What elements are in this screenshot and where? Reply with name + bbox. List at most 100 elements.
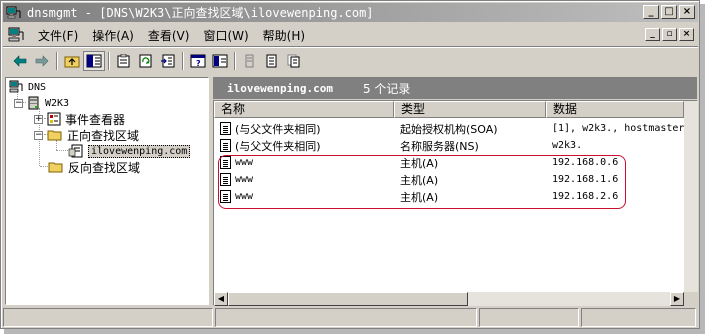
back-button[interactable]	[9, 51, 31, 71]
scroll-thumb[interactable]	[228, 292, 468, 306]
record-name: (与父文件夹相同)	[235, 139, 321, 153]
tree-item-reverse-zones[interactable]: 反向查找区域	[48, 159, 140, 175]
record-icon	[220, 139, 231, 152]
toolbar-separator	[108, 52, 110, 70]
window-shadow	[4, 329, 705, 334]
column-header-type[interactable]: 类型	[394, 101, 546, 118]
export-list-icon	[161, 54, 175, 68]
record-type: 起始授权机构(SOA)	[400, 122, 498, 136]
table-row[interactable]: (与父文件夹相同) 名称服务器(NS) w2k3.	[214, 137, 684, 154]
tree-item-w2k3[interactable]: − W2K3	[14, 95, 69, 111]
help-icon: ?	[190, 54, 206, 68]
scroll-right-button[interactable]: ▶	[670, 292, 684, 306]
tree-item-forward-zones[interactable]: − 正向查找区域	[34, 127, 139, 143]
child-close-button[interactable]: ×	[679, 28, 694, 41]
window-shadow	[700, 4, 705, 334]
status-cell	[3, 308, 213, 327]
child-restore-button[interactable]: ▫	[662, 28, 677, 41]
horizontal-scrollbar[interactable]: ◀ ▶	[214, 292, 684, 306]
tree-item-zone[interactable]: ilovewenping.com	[68, 143, 191, 159]
toolbar-separator	[56, 52, 58, 70]
details-zone-name: ilovewenping.com	[227, 81, 333, 95]
up-level-button[interactable]	[61, 51, 83, 71]
new-other-icon	[287, 54, 300, 68]
title-bar[interactable]: dnsmgmt - [DNS\W2K3\正向查找区域\ilovewenping.…	[3, 3, 698, 22]
tree-label-reverse-zones: 反向查找区域	[68, 160, 141, 175]
dns-console-icon	[6, 6, 22, 20]
back-icon	[13, 55, 27, 67]
export-list-button[interactable]	[157, 51, 179, 71]
details-record-count: 5 个记录	[362, 81, 411, 96]
tree-item-dns[interactable]: DNS	[8, 79, 46, 95]
new-record-icon	[266, 54, 277, 68]
column-headers: 名称 类型 数据	[214, 101, 684, 118]
collapse-toggle[interactable]: −	[34, 130, 43, 140]
tree-label-w2k3: W2K3	[45, 97, 70, 109]
details-header: ilovewenping.com 5 个记录	[213, 77, 697, 99]
toolbar-separator	[182, 52, 184, 70]
properties-button[interactable]	[113, 51, 135, 71]
separator	[3, 46, 698, 48]
folder-icon	[48, 162, 63, 173]
zone-icon	[68, 144, 83, 158]
close-button[interactable]: ×	[679, 5, 695, 19]
event-viewer-icon	[47, 112, 61, 126]
refresh-button[interactable]	[135, 51, 157, 71]
show-hide-tree-button[interactable]	[83, 51, 105, 71]
column-header-data[interactable]: 数据	[546, 101, 684, 118]
svg-text:?: ?	[196, 59, 201, 68]
child-minimize-button[interactable]: _	[645, 28, 660, 41]
record-type: 名称服务器(NS)	[400, 139, 479, 153]
details-pane: ilovewenping.com 5 个记录 名称 类型 数据 (与父文件夹相同…	[213, 77, 698, 306]
refresh-icon	[139, 54, 152, 68]
minimize-button[interactable]: _	[643, 5, 659, 19]
scroll-left-button[interactable]: ◀	[214, 292, 228, 306]
server-record-button[interactable]	[239, 51, 261, 71]
menu-bar: 文件(F) 操作(A) 查看(V) 窗口(W) 帮助(H) _ ▫ ×	[3, 25, 698, 45]
record-list[interactable]: 名称 类型 数据 (与父文件夹相同) 起始授权机构(SOA) [1], w2k3…	[213, 100, 698, 306]
record-name: (与父文件夹相同)	[235, 122, 321, 136]
console-tree[interactable]: DNS − W2K3 + 事件查看器 − 正向查找区域 ilovewenping…	[5, 77, 209, 305]
console-tree-button[interactable]	[209, 51, 231, 71]
status-bar	[3, 308, 698, 328]
column-header-name[interactable]: 名称	[214, 101, 394, 118]
server-record-icon	[245, 54, 254, 68]
menu-window[interactable]: 窗口(W)	[196, 27, 255, 44]
highlight-outline	[218, 155, 626, 209]
toolbar-separator	[234, 52, 236, 70]
menu-view[interactable]: 查看(V)	[141, 27, 197, 44]
table-row[interactable]: (与父文件夹相同) 起始授权机构(SOA) [1], w2k3., hostma…	[214, 120, 688, 137]
window-title: dnsmgmt - [DNS\W2K3\正向查找区域\ilovewenping.…	[27, 6, 374, 20]
menu-file[interactable]: 文件(F)	[31, 27, 85, 44]
help-button[interactable]: ?	[187, 51, 209, 71]
menu-action[interactable]: 操作(A)	[85, 27, 141, 44]
forward-button[interactable]	[31, 51, 53, 71]
up-folder-icon	[64, 56, 80, 68]
collapse-toggle[interactable]: −	[14, 98, 23, 108]
tree-item-event-viewer[interactable]: + 事件查看器	[34, 111, 125, 127]
scroll-corner	[684, 292, 698, 306]
tree-label-forward-zones: 正向查找区域	[67, 128, 140, 143]
toolbar: ?	[3, 49, 698, 73]
status-cell	[215, 308, 477, 327]
dns-icon	[9, 80, 23, 93]
folder-open-icon	[47, 130, 62, 141]
new-record-button[interactable]	[261, 51, 283, 71]
tree-connector	[56, 150, 68, 151]
new-other-button[interactable]	[283, 51, 305, 71]
mmc-window: dnsmgmt - [DNS\W2K3\正向查找区域\ilovewenping.…	[0, 0, 700, 329]
record-icon	[220, 122, 231, 135]
status-cell	[581, 308, 696, 327]
tree-label-zone: ilovewenping.com	[88, 144, 191, 158]
vertical-scrollbar[interactable]	[684, 101, 698, 292]
tree-label-dns: DNS	[28, 81, 47, 93]
menu-help[interactable]: 帮助(H)	[256, 27, 312, 44]
tree-label-event-viewer: 事件查看器	[65, 112, 126, 127]
record-data: w2k3.	[552, 140, 583, 151]
forward-icon	[35, 55, 49, 67]
properties-icon	[117, 54, 130, 68]
expand-toggle[interactable]: +	[34, 114, 43, 124]
show-tree-icon	[86, 54, 102, 68]
maximize-button[interactable]: □	[661, 5, 677, 19]
child-window-icon[interactable]	[7, 27, 25, 43]
